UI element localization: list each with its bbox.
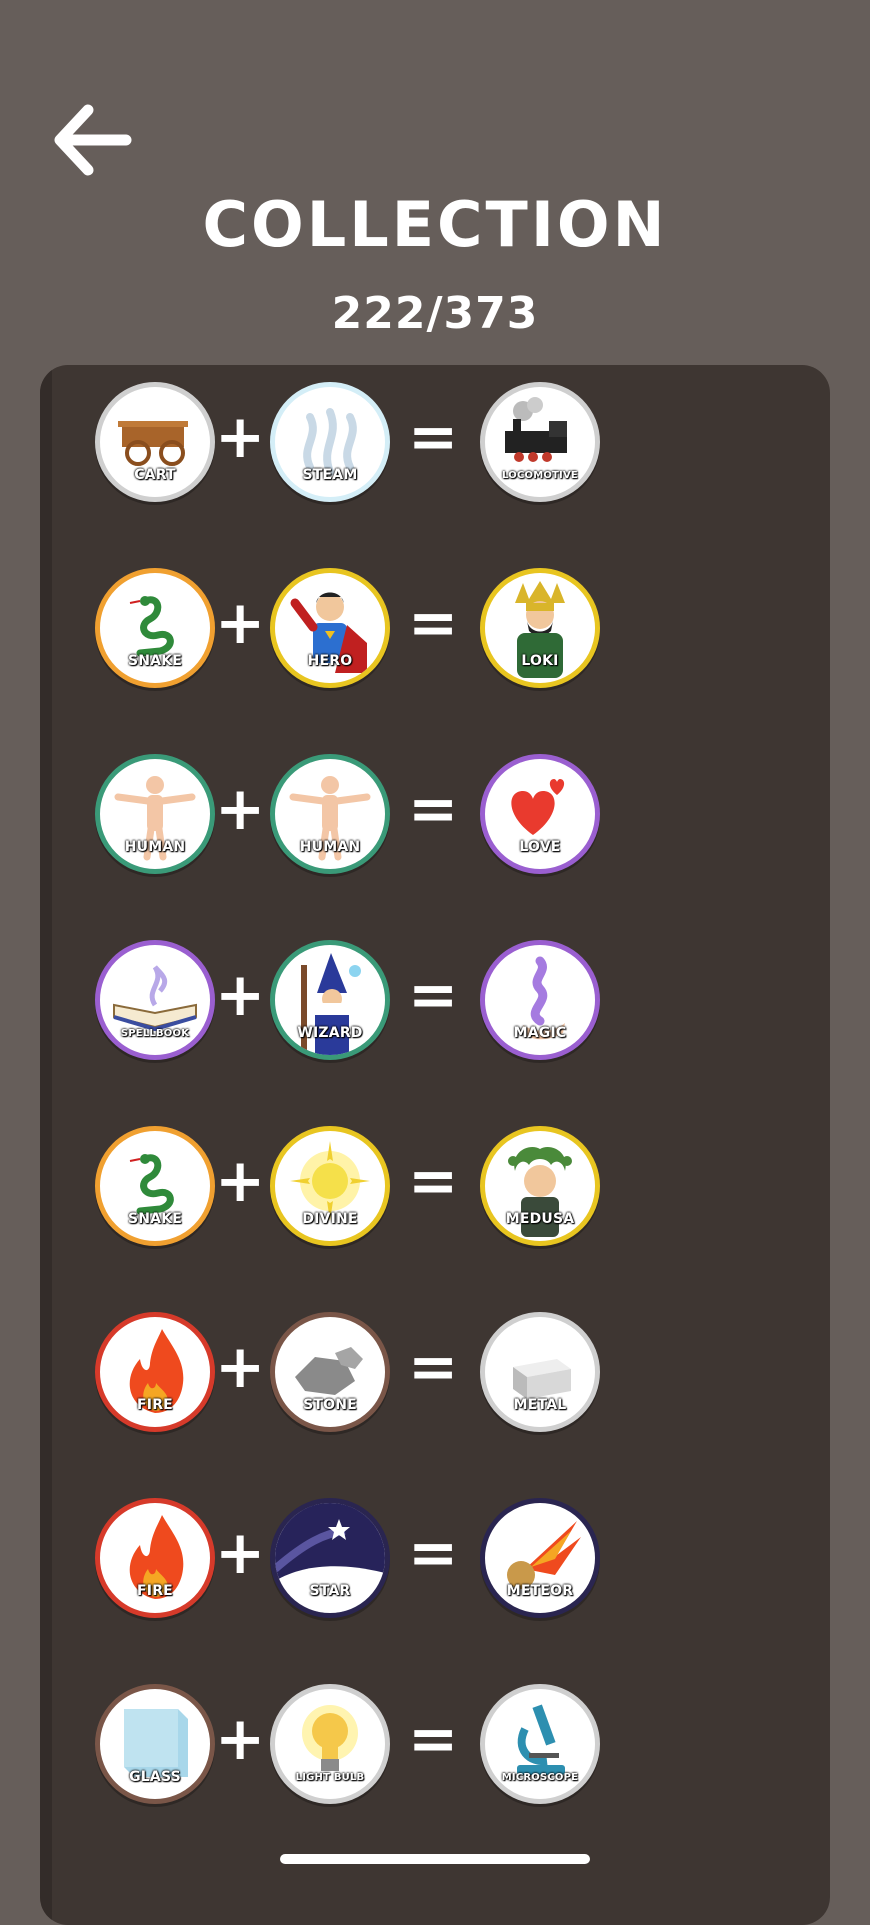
element-label: SNAKE xyxy=(127,1211,183,1227)
ingredient-b-element[interactable]: LIGHT BULB xyxy=(270,1684,390,1804)
ingredient-a-element[interactable]: FIRE xyxy=(95,1312,215,1432)
element-label: SNAKE xyxy=(127,653,183,669)
element-label: MICROSCOPE xyxy=(501,1772,579,1783)
plus-sign: + xyxy=(215,1332,266,1402)
recipe-list[interactable]: CART + STEAM = LOCOMOTIVE SNAKE + HERO = LOKI HUMA… xyxy=(40,365,830,1925)
plus-sign: + xyxy=(215,960,266,1030)
home-indicator[interactable] xyxy=(280,1854,590,1864)
plus-sign: + xyxy=(215,1146,266,1216)
collection-progress: 222/373 xyxy=(331,288,539,339)
page-title: COLLECTION xyxy=(202,188,668,261)
equals-sign: = xyxy=(408,960,459,1030)
ingredient-a-element[interactable]: HUMAN xyxy=(95,754,215,874)
result-element[interactable]: MAGIC xyxy=(480,940,600,1060)
element-label: METEOR xyxy=(506,1583,574,1599)
element-label: LIGHT BULB xyxy=(295,1772,365,1783)
equals-sign: = xyxy=(408,402,459,472)
equals-sign: = xyxy=(408,774,459,844)
equals-sign: = xyxy=(408,1146,459,1216)
ingredient-b-element[interactable]: DIVINE xyxy=(270,1126,390,1246)
ingredient-a-element[interactable]: SPELLBOOK xyxy=(95,940,215,1060)
element-label: FIRE xyxy=(137,1583,173,1599)
ingredient-a-element[interactable]: SNAKE xyxy=(95,1126,215,1246)
element-label: SPELLBOOK xyxy=(120,1028,190,1039)
back-button[interactable] xyxy=(52,100,132,180)
element-label: CART xyxy=(134,467,176,483)
result-element[interactable]: METAL xyxy=(480,1312,600,1432)
result-element[interactable]: LOCOMOTIVE xyxy=(480,382,600,502)
recipe-row: FIRE + STONE = METAL xyxy=(40,1312,830,1432)
element-label: MAGIC xyxy=(513,1025,567,1041)
element-label: MEDUSA xyxy=(505,1211,575,1227)
element-label: STAR xyxy=(309,1583,351,1599)
element-label: WIZARD xyxy=(297,1025,363,1041)
element-label: STEAM xyxy=(302,467,358,483)
element-label: LOCOMOTIVE xyxy=(502,470,578,481)
ingredient-b-element[interactable]: HUMAN xyxy=(270,754,390,874)
recipe-row: HUMAN + HUMAN = LOVE xyxy=(40,754,830,874)
result-element[interactable]: LOVE xyxy=(480,754,600,874)
result-element[interactable]: METEOR xyxy=(480,1498,600,1618)
element-label: DIVINE xyxy=(302,1211,358,1227)
result-element[interactable]: MEDUSA xyxy=(480,1126,600,1246)
recipe-row: SPELLBOOK + WIZARD = MAGIC xyxy=(40,940,830,1060)
ingredient-a-element[interactable]: GLASS xyxy=(95,1684,215,1804)
element-label: HUMAN xyxy=(124,839,186,855)
element-label: HUMAN xyxy=(299,839,361,855)
element-label: HERO xyxy=(307,653,353,669)
element-label: STONE xyxy=(303,1397,357,1413)
element-label: GLASS xyxy=(129,1769,181,1785)
plus-sign: + xyxy=(215,402,266,472)
equals-sign: = xyxy=(408,1518,459,1588)
element-label: LOVE xyxy=(519,839,561,855)
recipe-row: SNAKE + HERO = LOKI xyxy=(40,568,830,688)
equals-sign: = xyxy=(408,1704,459,1774)
ingredient-a-element[interactable]: SNAKE xyxy=(95,568,215,688)
plus-sign: + xyxy=(215,588,266,658)
arrow-left-icon xyxy=(54,104,132,176)
result-element[interactable]: LOKI xyxy=(480,568,600,688)
ingredient-b-element[interactable]: HERO xyxy=(270,568,390,688)
element-label: METAL xyxy=(513,1397,567,1413)
element-label: LOKI xyxy=(521,653,559,669)
plus-sign: + xyxy=(215,774,266,844)
plus-sign: + xyxy=(215,1704,266,1774)
equals-sign: = xyxy=(408,588,459,658)
element-label: FIRE xyxy=(137,1397,173,1413)
ingredient-a-element[interactable]: FIRE xyxy=(95,1498,215,1618)
plus-sign: + xyxy=(215,1518,266,1588)
ingredient-b-element[interactable]: STEAM xyxy=(270,382,390,502)
ingredient-b-element[interactable]: STAR xyxy=(270,1498,390,1618)
recipe-row: SNAKE + DIVINE = MEDUSA xyxy=(40,1126,830,1246)
equals-sign: = xyxy=(408,1332,459,1402)
result-element[interactable]: MICROSCOPE xyxy=(480,1684,600,1804)
recipe-row: CART + STEAM = LOCOMOTIVE xyxy=(40,382,830,502)
ingredient-b-element[interactable]: WIZARD xyxy=(270,940,390,1060)
ingredient-b-element[interactable]: STONE xyxy=(270,1312,390,1432)
ingredient-a-element[interactable]: CART xyxy=(95,382,215,502)
recipe-row: FIRE + STAR = METEOR xyxy=(40,1498,830,1618)
recipe-row: GLASS + LIGHT BULB = MICROSCOPE xyxy=(40,1684,830,1804)
